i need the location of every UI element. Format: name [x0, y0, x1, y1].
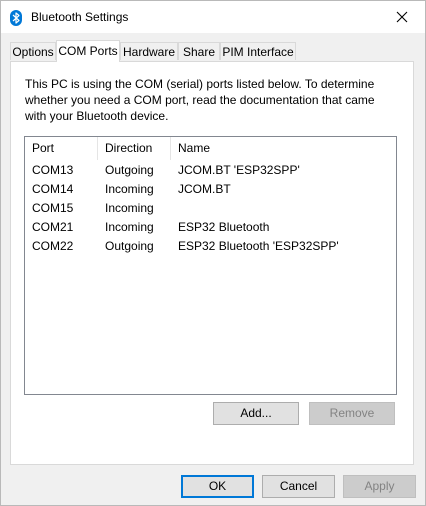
tab-pim-interface[interactable]: PIM Interface [220, 42, 296, 60]
apply-button[interactable]: Apply [343, 475, 416, 498]
window-title: Bluetooth Settings [31, 10, 129, 24]
tab-com-ports[interactable]: COM Ports [56, 40, 120, 62]
port-cell: COM15 [32, 201, 74, 215]
column-header-name[interactable]: Name [171, 137, 393, 160]
direction-cell: Incoming [105, 182, 154, 196]
list-rows: COM13 Outgoing JCOM.BT 'ESP32SPP' COM14 … [25, 161, 396, 256]
name-cell: JCOM.BT 'ESP32SPP' [178, 163, 300, 177]
title-bar[interactable]: Bluetooth Settings [1, 1, 425, 33]
direction-cell: Outgoing [105, 163, 154, 177]
tab-hardware[interactable]: Hardware [120, 42, 178, 60]
tab-options[interactable]: Options [10, 42, 56, 60]
list-item[interactable]: COM13 Outgoing JCOM.BT 'ESP32SPP' [25, 161, 396, 180]
column-header-direction[interactable]: Direction [98, 137, 171, 160]
close-icon [396, 11, 408, 23]
list-item[interactable]: COM21 Incoming ESP32 Bluetooth [25, 218, 396, 237]
ok-button[interactable]: OK [181, 475, 254, 498]
bluetooth-icon [10, 10, 22, 26]
com-ports-panel: This PC is using the COM (serial) ports … [10, 61, 414, 465]
remove-button[interactable]: Remove [309, 402, 395, 425]
port-cell: COM21 [32, 220, 74, 234]
name-cell [171, 199, 393, 218]
bluetooth-settings-window: Bluetooth Settings Options COM Ports Har… [0, 0, 426, 506]
com-ports-description: This PC is using the COM (serial) ports … [25, 77, 375, 123]
close-button[interactable] [379, 1, 425, 33]
port-cell: COM22 [32, 239, 74, 253]
tab-strip: Options COM Ports Hardware Share PIM Int… [1, 40, 425, 62]
direction-cell: Incoming [105, 201, 154, 215]
direction-cell: Outgoing [105, 239, 154, 253]
name-cell: ESP32 Bluetooth [178, 220, 270, 234]
add-button[interactable]: Add... [213, 402, 299, 425]
list-item[interactable]: COM22 Outgoing ESP32 Bluetooth 'ESP32SPP… [25, 237, 396, 256]
port-cell: COM14 [32, 182, 74, 196]
list-item[interactable]: COM15 Incoming [25, 199, 396, 218]
cancel-button[interactable]: Cancel [262, 475, 335, 498]
name-cell: ESP32 Bluetooth 'ESP32SPP' [178, 239, 339, 253]
port-cell: COM13 [32, 163, 74, 177]
com-ports-list[interactable]: Port Direction Name COM13 Outgoing JCOM.… [24, 136, 397, 395]
direction-cell: Incoming [105, 220, 154, 234]
column-header-port[interactable]: Port [25, 137, 98, 160]
list-header: Port Direction Name [25, 137, 396, 160]
tab-share[interactable]: Share [178, 42, 220, 60]
name-cell: JCOM.BT [178, 182, 231, 196]
list-item[interactable]: COM14 Incoming JCOM.BT [25, 180, 396, 199]
